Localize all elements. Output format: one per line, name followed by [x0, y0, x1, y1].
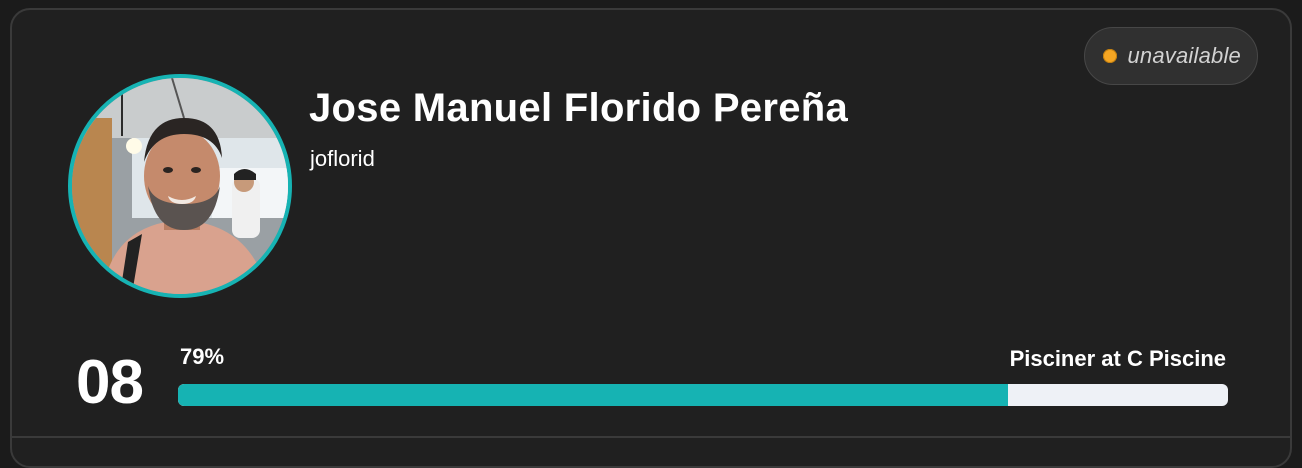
cursus-role: Pisciner at C Piscine [1009, 346, 1226, 371]
level-progress-bar [178, 384, 1228, 406]
level-percent: 79% [180, 344, 225, 369]
level-number: 08 [76, 348, 144, 417]
status-dot-icon [1103, 49, 1118, 63]
avatar-photo [72, 78, 288, 294]
divider [12, 436, 1290, 438]
status-badge: unavailable [1084, 27, 1258, 85]
status-label: unavailable [1127, 43, 1241, 68]
level-progress-fill [178, 384, 1008, 406]
avatar[interactable] [68, 74, 292, 298]
full-name: Jose Manuel Florido Pereña [309, 86, 849, 130]
login-handle[interactable]: joflorid [310, 146, 375, 172]
profile-card: unavailable Jose Manuel Florido Pereña j… [10, 8, 1292, 468]
